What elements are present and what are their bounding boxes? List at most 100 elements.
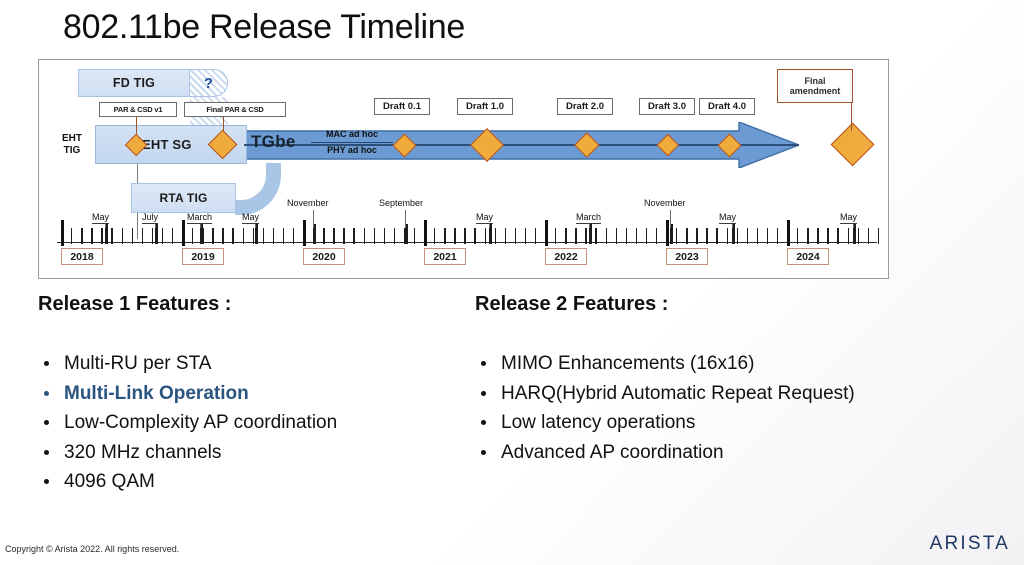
axis-tick	[645, 228, 648, 244]
axis-tick	[756, 228, 759, 244]
axis-tick	[524, 228, 527, 244]
draft-milestone-box: Draft 0.1	[374, 98, 430, 115]
axis-tick	[242, 228, 244, 244]
release-1-feature-item: 320 MHz channels	[38, 439, 438, 467]
axis-year-box: 2021	[424, 248, 466, 265]
axis-month-underline	[242, 223, 260, 224]
axis-tick	[514, 228, 517, 244]
axis-month-leader	[589, 224, 590, 228]
axis-tick	[766, 228, 769, 244]
axis-tick	[504, 228, 507, 244]
axis-tick	[444, 228, 446, 244]
axis-tick	[212, 228, 214, 244]
axis-tick	[161, 228, 164, 244]
axis-tick	[81, 228, 83, 244]
axis-tick	[847, 228, 849, 244]
eht-sg-label: EHT SG	[142, 137, 192, 152]
axis-month-label: July	[142, 212, 159, 224]
axis-tick	[605, 228, 607, 244]
axis-tick	[252, 228, 254, 244]
axis-month-leader	[200, 224, 201, 228]
axis-tick	[424, 220, 427, 246]
release-1-feature-item: 4096 QAM	[38, 468, 438, 496]
phy-ad-hoc-label: PHY ad hoc	[327, 145, 377, 156]
axis-tick	[655, 228, 658, 244]
axis-tick	[696, 228, 698, 244]
rta-connector-arc	[235, 163, 281, 215]
eht-tig-line1: EHT	[62, 132, 82, 144]
axis-month-leader	[489, 224, 490, 228]
axis-tick	[303, 220, 306, 246]
axis-tick	[454, 228, 456, 244]
axis-tick	[464, 228, 466, 244]
milestone-diamond-final-amendment	[830, 122, 875, 167]
axis-month-leader	[313, 210, 314, 228]
axis-tick	[867, 228, 870, 244]
timeline-diagram: FD TIG ? EHT TIG RTA TIG EHT SG TGbe MAC…	[38, 59, 889, 279]
page-title: 802.11be Release Timeline	[63, 8, 466, 46]
axis-year-box: 2024	[787, 248, 829, 265]
axis-tick	[555, 228, 557, 244]
axis-tick	[292, 228, 295, 244]
release-2-feature-item: MIMO Enhancements (16x16)	[475, 350, 905, 378]
draft-milestone-box: Draft 2.0	[557, 98, 613, 115]
axis-tick	[837, 228, 839, 244]
final-amendment-box: Final amendment	[777, 69, 853, 103]
axis-tick	[383, 228, 386, 244]
axis-month-label: May	[92, 212, 110, 224]
axis-month-underline	[92, 223, 110, 224]
axis-tick	[817, 228, 819, 244]
axis-month-leader	[105, 224, 106, 228]
axis-tick	[323, 228, 325, 244]
axis-month-leader	[732, 224, 733, 228]
axis-year-box: 2018	[61, 248, 103, 265]
axis-tick	[776, 228, 779, 244]
tgbe-label: TGbe	[251, 132, 296, 151]
axis-tick	[857, 228, 859, 244]
release-1-feature-item: Low-Complexity AP coordination	[38, 409, 438, 437]
axis-month-label: March	[576, 212, 602, 224]
release-2-feature-item: HARQ(Hybrid Automatic Repeat Request)	[475, 380, 905, 408]
release-1-feature-item: Multi-Link Operation	[38, 380, 438, 408]
axis-tick	[333, 228, 335, 244]
axis-tick	[635, 228, 638, 244]
fd-tig-box: FD TIG	[78, 69, 190, 97]
axis-tick	[434, 228, 436, 244]
axis-tick	[807, 228, 809, 244]
eht-tig-line2: TIG	[63, 145, 81, 156]
axis-tick	[151, 228, 154, 244]
axis-tick	[585, 228, 587, 244]
axis-month-label: September	[379, 198, 424, 208]
axis-tick	[121, 228, 123, 244]
par-csd-box: PAR & CSD v1	[99, 102, 177, 117]
axis-tick	[686, 228, 688, 244]
release-2-heading: Release 2 Features :	[475, 293, 669, 315]
axis-tick	[615, 228, 617, 244]
axis-tick	[353, 228, 355, 244]
question-mark-label: ?	[203, 74, 214, 92]
axis-tick	[101, 228, 103, 244]
axis-tick	[192, 228, 194, 244]
axis-tick	[373, 228, 375, 244]
release-1-heading: Release 1 Features :	[38, 293, 232, 315]
axis-tick	[877, 228, 880, 244]
axis-month-label: May	[719, 212, 737, 224]
timeline-axis	[57, 242, 877, 243]
axis-tick	[625, 228, 628, 244]
final-amendment-line1: Final	[804, 75, 826, 86]
axis-tick	[474, 228, 476, 244]
axis-tick	[262, 228, 265, 244]
axis-tick	[484, 228, 486, 244]
axis-month-label: March	[187, 212, 213, 224]
mac-ad-hoc-label: MAC ad hoc	[325, 129, 378, 139]
axis-tick	[393, 228, 396, 244]
axis-tick	[666, 220, 669, 246]
axis-month-leader	[255, 224, 256, 228]
axis-tick	[182, 220, 185, 246]
axis-tick	[272, 228, 275, 244]
axis-tick	[534, 228, 537, 244]
axis-tick	[676, 228, 678, 244]
par-csd-box: Final PAR & CSD	[184, 102, 286, 117]
arista-logo: ARISTA	[929, 533, 1010, 554]
axis-month-leader	[670, 210, 671, 228]
